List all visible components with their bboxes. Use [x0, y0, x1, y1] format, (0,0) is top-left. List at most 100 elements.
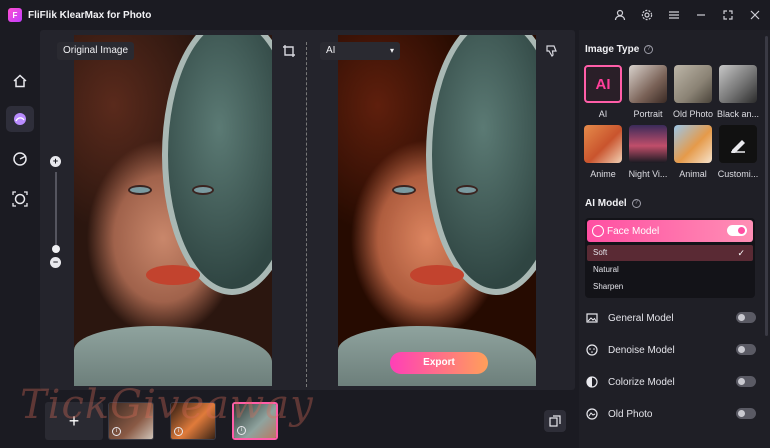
add-image-button[interactable]: + — [45, 402, 103, 440]
model-select[interactable]: AI ▾ — [320, 42, 400, 60]
type-label: Customi... — [717, 169, 759, 179]
left-rail — [0, 30, 40, 448]
portrait-thumb — [629, 65, 667, 103]
face-icon — [592, 225, 604, 237]
old-photo-model-row[interactable]: Old Photo — [585, 404, 760, 424]
custom-thumb — [719, 125, 757, 163]
export-button[interactable]: Export — [390, 352, 488, 374]
denoise-model-toggle[interactable] — [736, 344, 756, 355]
type-old-photo[interactable]: Old Photo — [673, 65, 713, 119]
window-controls — [613, 0, 762, 30]
preview-canvas: Original Image AI ▾ + − Export — [40, 30, 575, 390]
option-soft[interactable]: Soft ✓ — [587, 245, 753, 261]
model-select-value: AI — [326, 45, 336, 56]
image-strip: + i i i — [40, 394, 575, 448]
app-logo-text: F — [12, 10, 18, 20]
maximize-icon[interactable] — [721, 8, 735, 22]
face-model-dropdown: Face Model Soft ✓ Natural Sharpen — [585, 218, 755, 298]
general-model-label: General Model — [608, 312, 674, 324]
option-natural[interactable]: Natural — [587, 262, 753, 278]
copy-icon[interactable] — [544, 410, 566, 432]
type-night-vision[interactable]: Night Vi... — [628, 125, 668, 179]
ai-model-title: AI Model — [585, 198, 627, 209]
home-icon[interactable] — [6, 68, 34, 94]
dislike-icon[interactable] — [542, 41, 562, 61]
face-icon[interactable] — [6, 186, 34, 212]
help-icon[interactable]: ? — [631, 199, 641, 208]
colorize-model-row[interactable]: Colorize Model — [585, 372, 760, 392]
info-icon[interactable]: i — [174, 427, 183, 436]
thumbnail-3[interactable]: i — [232, 402, 278, 440]
option-sharpen[interactable]: Sharpen — [587, 279, 753, 295]
type-anime[interactable]: Anime — [583, 125, 623, 179]
type-ai[interactable]: AI AI — [583, 65, 623, 119]
night-vision-thumb — [629, 125, 667, 163]
face-model-label: Face Model — [607, 225, 660, 237]
type-label: Animal — [679, 169, 707, 179]
zoom-in-icon[interactable]: + — [50, 156, 61, 167]
type-label: Black an... — [716, 109, 760, 119]
type-label: Night Vi... — [628, 169, 668, 179]
zoom-track[interactable] — [55, 172, 57, 250]
image-icon — [585, 311, 599, 325]
color-icon[interactable] — [6, 146, 34, 172]
menu-icon[interactable] — [667, 8, 681, 22]
type-black-and-white[interactable]: Black an... — [716, 65, 760, 119]
option-natural-label: Natural — [593, 265, 619, 274]
denoise-model-label: Denoise Model — [608, 344, 675, 356]
chevron-down-icon: ▾ — [389, 46, 394, 55]
animal-thumb — [674, 125, 712, 163]
original-image-label: Original Image — [57, 42, 135, 60]
image-type-title: Image Type — [585, 44, 640, 55]
colorize-icon — [585, 375, 599, 389]
denoise-model-row[interactable]: Denoise Model — [585, 340, 760, 360]
general-model-toggle[interactable] — [736, 312, 756, 323]
original-image — [74, 35, 272, 386]
type-ai-thumb: AI — [584, 65, 622, 103]
crop-icon[interactable] — [280, 42, 298, 60]
zoom-thumb[interactable] — [52, 245, 60, 253]
face-model-row[interactable]: Face Model — [587, 220, 753, 242]
old-photo-icon — [585, 407, 599, 421]
anime-thumb — [584, 125, 622, 163]
option-soft-label: Soft — [593, 248, 608, 257]
ai-model-header: AI Model ? — [585, 198, 641, 209]
ai-icon: AI — [595, 75, 611, 93]
type-label: Anime — [590, 169, 616, 179]
settings-icon[interactable] — [640, 8, 654, 22]
face-model-toggle[interactable] — [727, 225, 747, 236]
colorize-model-toggle[interactable] — [736, 376, 756, 387]
old-photo-model-toggle[interactable] — [736, 408, 756, 419]
account-icon[interactable] — [613, 8, 627, 22]
type-portrait[interactable]: Portrait — [628, 65, 668, 119]
close-icon[interactable] — [748, 8, 762, 22]
type-label: AI — [598, 109, 608, 119]
custom-edit-icon — [731, 140, 745, 153]
app-logo: F — [8, 8, 22, 22]
settings-panel: Image Type ? AI AI Portrait Old Photo Bl… — [579, 30, 770, 448]
minimize-icon[interactable] — [694, 8, 708, 22]
denoise-icon — [585, 343, 599, 357]
zoom-slider[interactable]: + − — [50, 156, 62, 268]
compare-divider[interactable] — [306, 42, 307, 387]
option-sharpen-label: Sharpen — [593, 282, 624, 291]
general-model-row[interactable]: General Model — [585, 308, 760, 328]
old-photo-model-label: Old Photo — [608, 408, 653, 420]
type-label: Portrait — [633, 109, 663, 119]
zoom-out-icon[interactable]: − — [50, 257, 61, 268]
thumbnail-2[interactable]: i — [170, 402, 216, 440]
enhance-icon[interactable] — [6, 106, 34, 132]
colorize-model-label: Colorize Model — [608, 376, 675, 388]
title-bar: F FliFlik KlearMax for Photo — [0, 0, 770, 30]
panel-scrollbar[interactable] — [765, 36, 768, 336]
info-icon[interactable]: i — [237, 426, 246, 435]
help-icon[interactable]: ? — [644, 45, 654, 54]
check-icon: ✓ — [737, 248, 745, 258]
type-animal[interactable]: Animal — [673, 125, 713, 179]
image-type-header: Image Type ? — [585, 44, 654, 55]
thumbnail-1[interactable]: i — [108, 402, 154, 440]
info-icon[interactable]: i — [112, 427, 121, 436]
old-photo-thumb — [674, 65, 712, 103]
type-custom[interactable]: Customi... — [718, 125, 758, 179]
enhanced-image — [338, 35, 536, 386]
